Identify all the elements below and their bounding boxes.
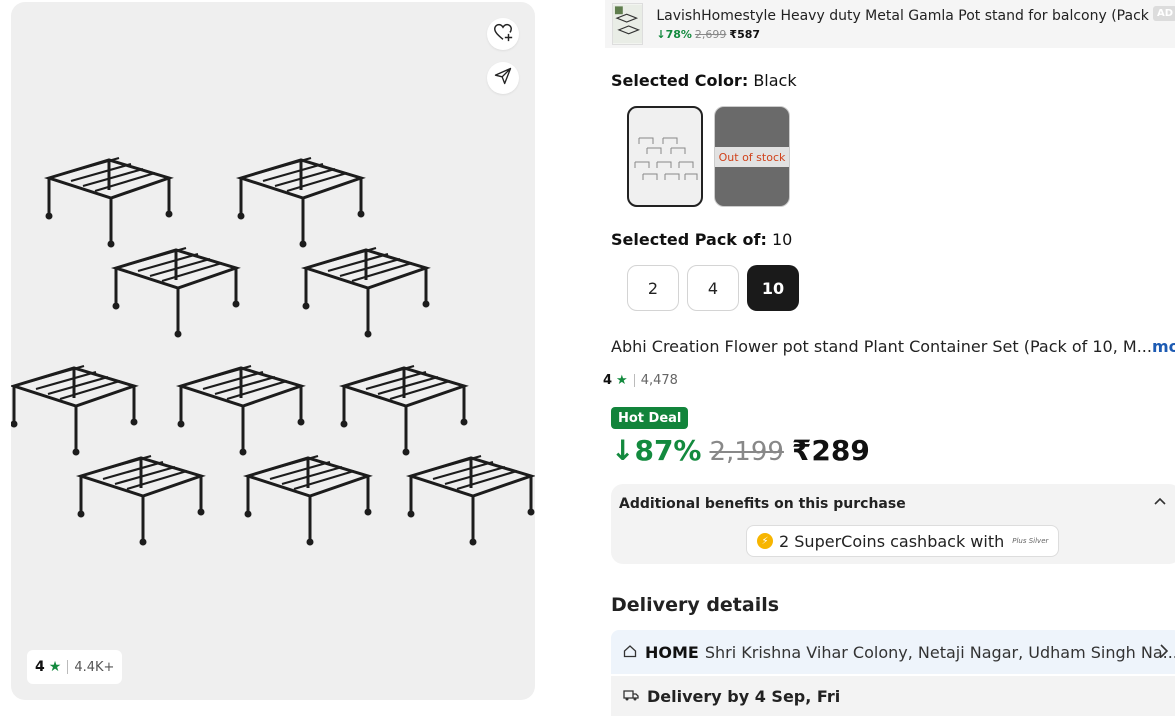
- truck-icon: [623, 687, 639, 706]
- pack-option-4[interactable]: 4: [687, 265, 739, 311]
- rating-count: 4,478: [640, 373, 678, 388]
- original-price: 2,199: [709, 437, 784, 467]
- divider: [633, 374, 635, 387]
- product-image-gallery[interactable]: 4 ★ 4.4K+: [11, 2, 535, 700]
- address-type: HOME: [645, 642, 699, 662]
- chevron-right-icon[interactable]: [1157, 643, 1171, 663]
- wishlist-add-button[interactable]: [487, 18, 519, 50]
- selected-color-heading: Selected Color:: [611, 71, 749, 90]
- product-name: Abhi Creation Flower pot stand Plant Con…: [611, 337, 1152, 356]
- product-rating[interactable]: 4 ★ 4,478: [603, 373, 678, 388]
- color-swatch-black[interactable]: [627, 106, 703, 207]
- delivery-date: Delivery by 4 Sep, Fri: [647, 686, 841, 706]
- sponsored-product-banner[interactable]: LavishHomestyle Heavy duty Metal Gamla P…: [605, 0, 1175, 48]
- supercoin-icon: ⚡: [757, 533, 773, 549]
- swatch-image: [634, 137, 698, 180]
- out-of-stock-label: Out of stock: [715, 147, 789, 167]
- read-more-link[interactable]: more: [1152, 337, 1175, 356]
- ad-title: LavishHomestyle Heavy duty Metal Gamla P…: [656, 7, 1175, 24]
- product-image: [11, 156, 535, 547]
- star-icon: ★: [616, 373, 628, 388]
- gallery-review-count: 4.4K+: [74, 659, 115, 675]
- additional-benefits-panel: Additional benefits on this purchase ⚡ 2…: [611, 484, 1175, 564]
- pack-option-2[interactable]: 2: [627, 265, 679, 311]
- discount-percent: ↓87%: [611, 434, 702, 467]
- home-icon: [623, 643, 637, 662]
- price-block: ↓87% 2,199 ₹289: [611, 434, 870, 467]
- selected-pack-value: 10: [771, 230, 793, 249]
- sale-price: ₹289: [791, 434, 870, 467]
- product-title: Abhi Creation Flower pot stand Plant Con…: [611, 337, 1175, 356]
- supercoins-text: 2 SuperCoins cashback with: [779, 531, 1005, 551]
- divider: [67, 660, 69, 674]
- supercoins-cashback[interactable]: ⚡ 2 SuperCoins cashback with Plus Silver: [746, 525, 1060, 557]
- gallery-rating-badge: 4 ★ 4.4K+: [27, 650, 123, 684]
- gallery-rating-value: 4: [35, 659, 45, 675]
- selected-color-label: Selected Color: Black: [611, 71, 797, 90]
- color-swatch-unavailable[interactable]: Out of stock: [714, 106, 790, 207]
- delivery-details-heading: Delivery details: [611, 594, 780, 616]
- share-button[interactable]: [487, 62, 519, 94]
- star-icon: ★: [48, 659, 62, 675]
- delivery-eta-row: Delivery by 4 Sep, Fri: [611, 676, 1175, 716]
- chevron-up-icon[interactable]: [1153, 494, 1167, 513]
- ad-price: ₹587: [729, 27, 761, 41]
- plus-silver-logo: Plus Silver: [1012, 537, 1049, 545]
- selected-color-value: Black: [753, 71, 797, 90]
- ad-mrp: 2,699: [694, 27, 727, 41]
- rating-value: 4: [603, 373, 613, 388]
- ad-discount: ↓78%: [656, 27, 692, 41]
- benefits-title: Additional benefits on this purchase: [619, 496, 906, 512]
- ad-product-thumbnail: [612, 3, 644, 45]
- hot-deal-badge: Hot Deal: [611, 407, 689, 429]
- selected-pack-heading: Selected Pack of:: [611, 230, 767, 249]
- wishlist-add-icon: [492, 21, 514, 47]
- selected-pack-label: Selected Pack of: 10: [611, 230, 792, 249]
- ad-badge: AD: [1152, 6, 1175, 21]
- delivery-address-row[interactable]: HOME Shri Krishna Vihar Colony, Netaji N…: [611, 630, 1175, 674]
- pack-option-10[interactable]: 10: [747, 265, 799, 311]
- share-icon: [493, 66, 513, 90]
- address-text: Shri Krishna Vihar Colony, Netaji Nagar,…: [704, 642, 1175, 662]
